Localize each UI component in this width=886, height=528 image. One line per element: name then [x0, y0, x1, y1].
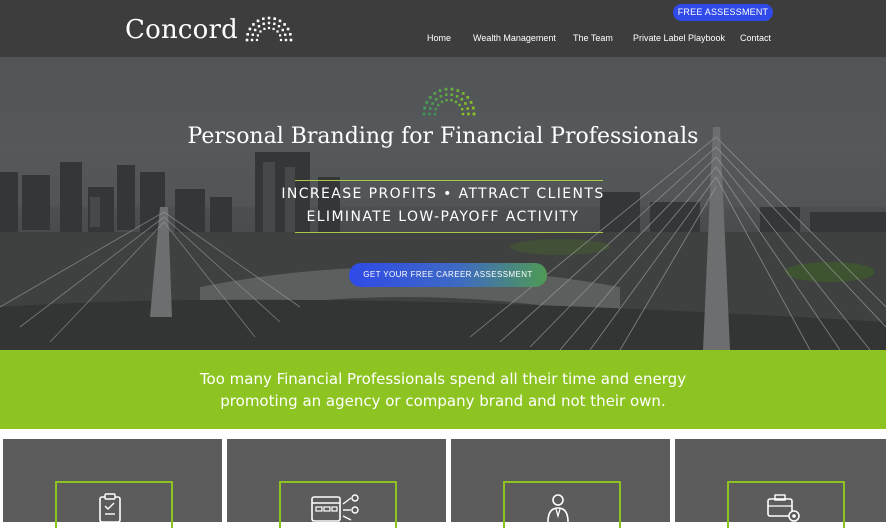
nav-private-label-playbook[interactable]: Private Label Playbook [633, 33, 725, 43]
advisor-icon [547, 494, 569, 522]
nav-wealth-management[interactable]: Wealth Management [473, 33, 556, 43]
nav-the-team[interactable]: The Team [573, 33, 613, 43]
feature-cards [0, 436, 886, 528]
dashboard-icon [311, 494, 359, 522]
problem-statement-band: Too many Financial Professionals spend a… [0, 350, 886, 429]
briefcase-gear-icon [767, 494, 800, 522]
hero-divider-top [295, 180, 603, 181]
band-text-line-2: promoting an agency or company brand and… [220, 392, 666, 410]
hero-divider-bottom [295, 232, 603, 233]
feature-card[interactable] [3, 439, 222, 528]
nav-contact[interactable]: Contact [740, 33, 771, 43]
feature-card[interactable] [451, 439, 670, 528]
feature-card[interactable] [227, 439, 446, 528]
band-text-line-1: Too many Financial Professionals spend a… [199, 370, 687, 388]
site-header: Concord FREE ASSESSMENT Home Wealth Mana… [0, 0, 886, 57]
hero-section: Personal Branding for Financial Professi… [0, 57, 886, 350]
clipboard-icon [99, 493, 121, 522]
hero-arc-icon [422, 87, 476, 116]
nav-home[interactable]: Home [427, 33, 451, 43]
hero-benefits-line: INCREASE PROFITS • ATTRACT CLIENTS [281, 186, 605, 202]
feature-card[interactable] [675, 439, 886, 528]
hero-title: Personal Branding for Financial Professi… [187, 124, 699, 149]
career-assessment-button[interactable]: GET YOUR FREE CAREER ASSESSMENT [349, 263, 547, 287]
main-nav: Home Wealth Management The Team Private … [0, 33, 886, 47]
free-assessment-button[interactable]: FREE ASSESSMENT [673, 4, 773, 21]
hero-eliminate-line: ELIMINATE LOW-PAYOFF ACTIVITY [306, 209, 580, 225]
